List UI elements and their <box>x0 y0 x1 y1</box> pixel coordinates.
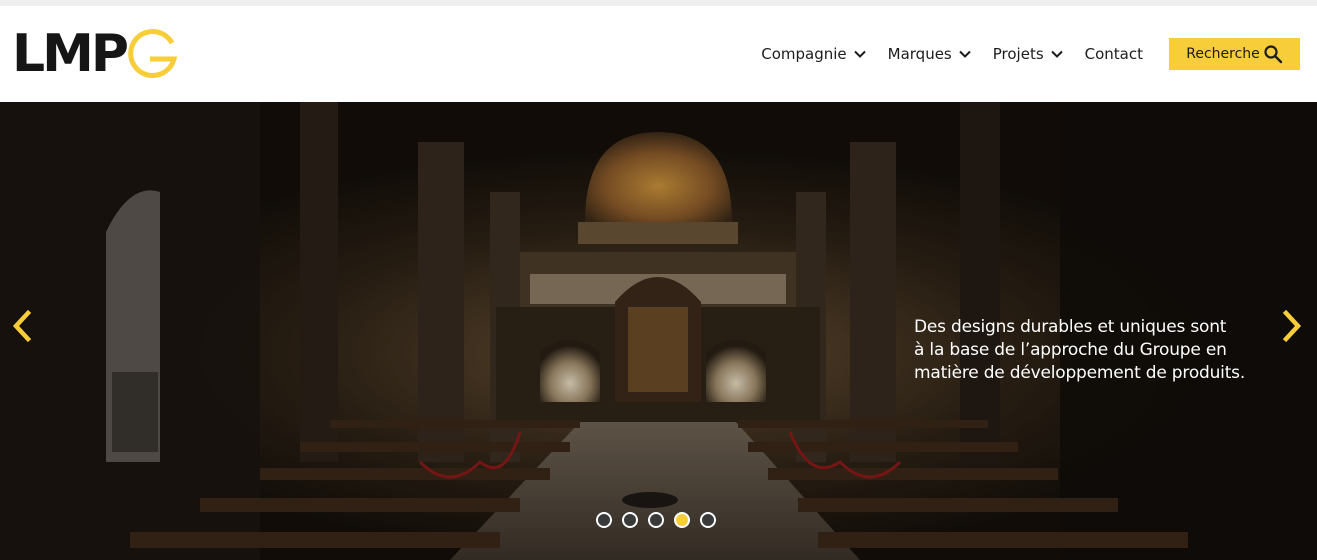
slider-dot-3[interactable] <box>648 512 664 528</box>
hero-slider: Des designs durables et uniques sont à l… <box>0 102 1317 560</box>
site-logo[interactable]: LMP <box>12 26 202 82</box>
chevron-down-icon <box>853 50 866 58</box>
nav-item-marques[interactable]: Marques <box>888 45 971 63</box>
hero-caption: Des designs durables et uniques sont à l… <box>914 316 1254 385</box>
slider-dot-5[interactable] <box>700 512 716 528</box>
nav-item-projets[interactable]: Projets <box>993 45 1063 63</box>
slider-dot-2[interactable] <box>622 512 638 528</box>
search-button[interactable]: Recherche <box>1169 38 1300 70</box>
nav-item-compagnie[interactable]: Compagnie <box>761 45 866 63</box>
chevron-down-icon <box>1050 50 1063 58</box>
nav-item-contact[interactable]: Contact <box>1085 45 1143 63</box>
nav-item-label: Compagnie <box>761 45 847 63</box>
hero-caption-line: à la base de l’approche du Groupe en <box>914 340 1227 360</box>
chevron-left-icon[interactable] <box>8 308 36 344</box>
hero-caption-line: matière de développement de produits. <box>914 363 1246 383</box>
search-icon <box>1264 45 1282 64</box>
slider-pagination <box>596 512 726 528</box>
search-button-label: Recherche <box>1186 46 1260 62</box>
main-nav: Compagnie Marques Projets Contact Recher… <box>761 38 1300 70</box>
slider-dot-1[interactable] <box>596 512 612 528</box>
chevron-down-icon <box>959 50 971 58</box>
slider-dot-4[interactable] <box>674 512 690 528</box>
logo-g-mark <box>128 29 178 78</box>
logo-wordmark: LMP <box>12 24 129 84</box>
nav-item-label: Contact <box>1084 45 1143 63</box>
site-header: LMP Compagnie Marques Projets Contact Re… <box>0 6 1317 102</box>
nav-item-label: Projets <box>992 45 1044 63</box>
nav-item-label: Marques <box>887 45 952 63</box>
chevron-right-icon[interactable] <box>1278 308 1306 344</box>
hero-caption-line: Des designs durables et uniques sont <box>914 317 1227 337</box>
